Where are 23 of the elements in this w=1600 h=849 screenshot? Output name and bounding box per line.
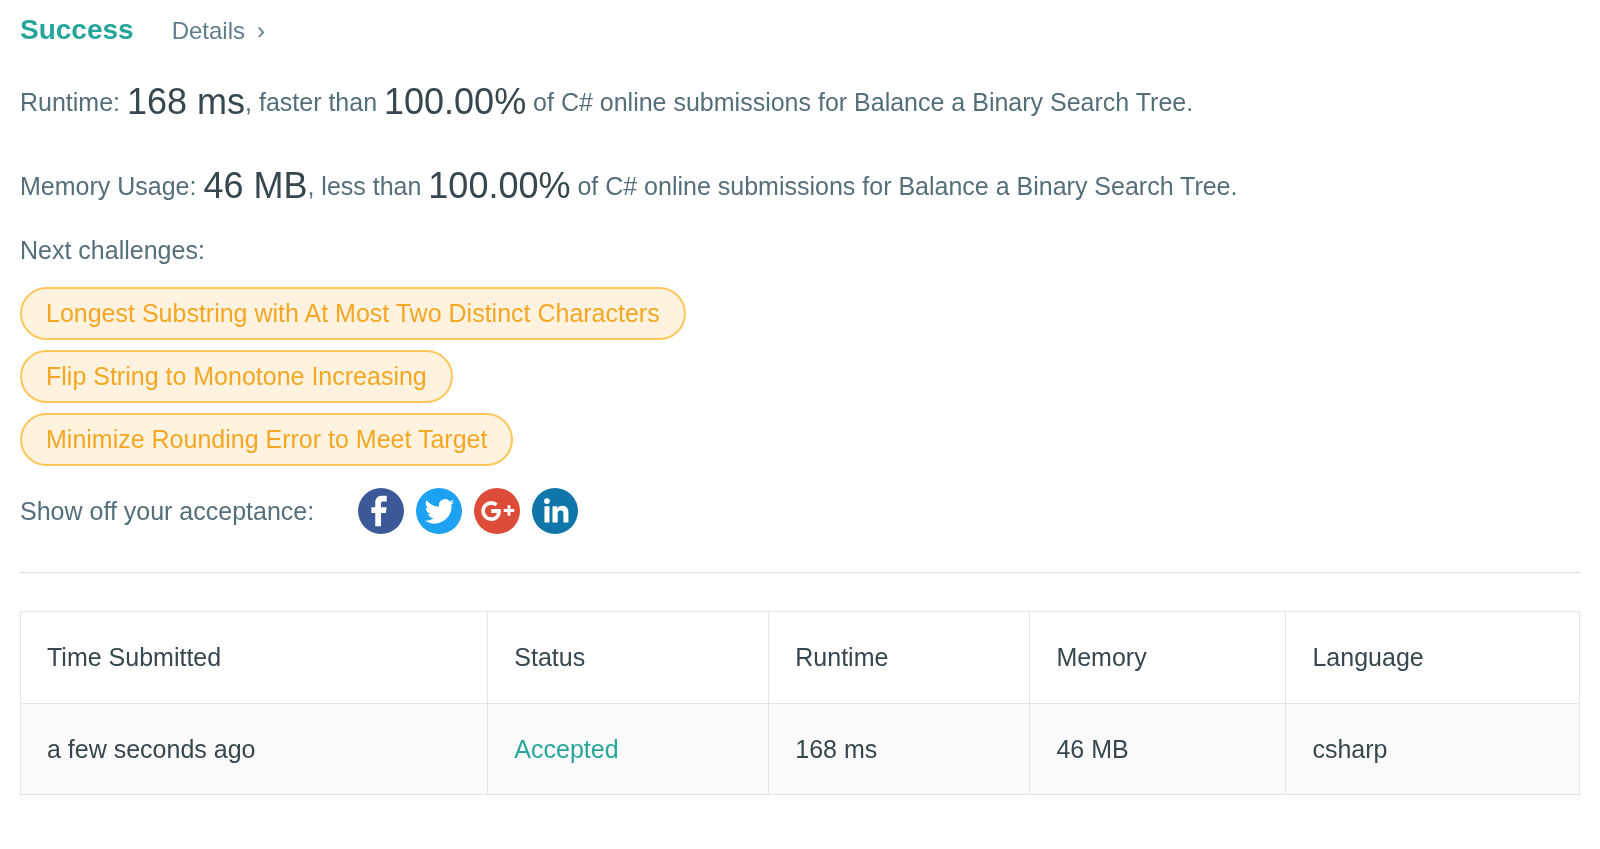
column-header: Runtime (768, 611, 1030, 704)
memory-cell: 46 MB (1029, 703, 1286, 795)
result-title: Success (20, 14, 134, 46)
challenge-tag[interactable]: Minimize Rounding Error to Meet Target (20, 413, 514, 466)
linkedin-icon[interactable] (532, 488, 579, 534)
facebook-icon[interactable] (358, 488, 405, 534)
runtime-stat: Runtime: 168 ms, faster than 100.00% of C# online submissions for Balance a Binary Search Tree. (20, 80, 1195, 124)
twitter-icon[interactable] (416, 488, 463, 534)
googleplus-icon[interactable] (474, 488, 521, 534)
memory-stat: Memory Usage: 46 MB, less than 100.00% of C# online submissions for Balance a Binary Search Tree. (20, 164, 1239, 208)
challenge-tag[interactable]: Longest Substring with At Most Two Distinct Characters (20, 287, 686, 340)
challenge-tag[interactable]: Flip String to Monotone Increasing (20, 350, 453, 403)
runtime-cell: 168 ms (768, 703, 1030, 795)
column-header: Time Submitted (20, 611, 488, 704)
language-cell: csharp (1285, 703, 1580, 795)
status-cell: Accepted (487, 703, 769, 795)
details-link[interactable]: Details › (171, 17, 265, 45)
share-label: Show off your acceptance: (20, 496, 315, 526)
time-cell: a few seconds ago (20, 703, 488, 795)
next-challenges-label: Next challenges: (20, 236, 206, 265)
column-header: Language (1285, 611, 1580, 704)
column-header: Status (487, 611, 769, 704)
column-header: Memory (1029, 611, 1286, 704)
